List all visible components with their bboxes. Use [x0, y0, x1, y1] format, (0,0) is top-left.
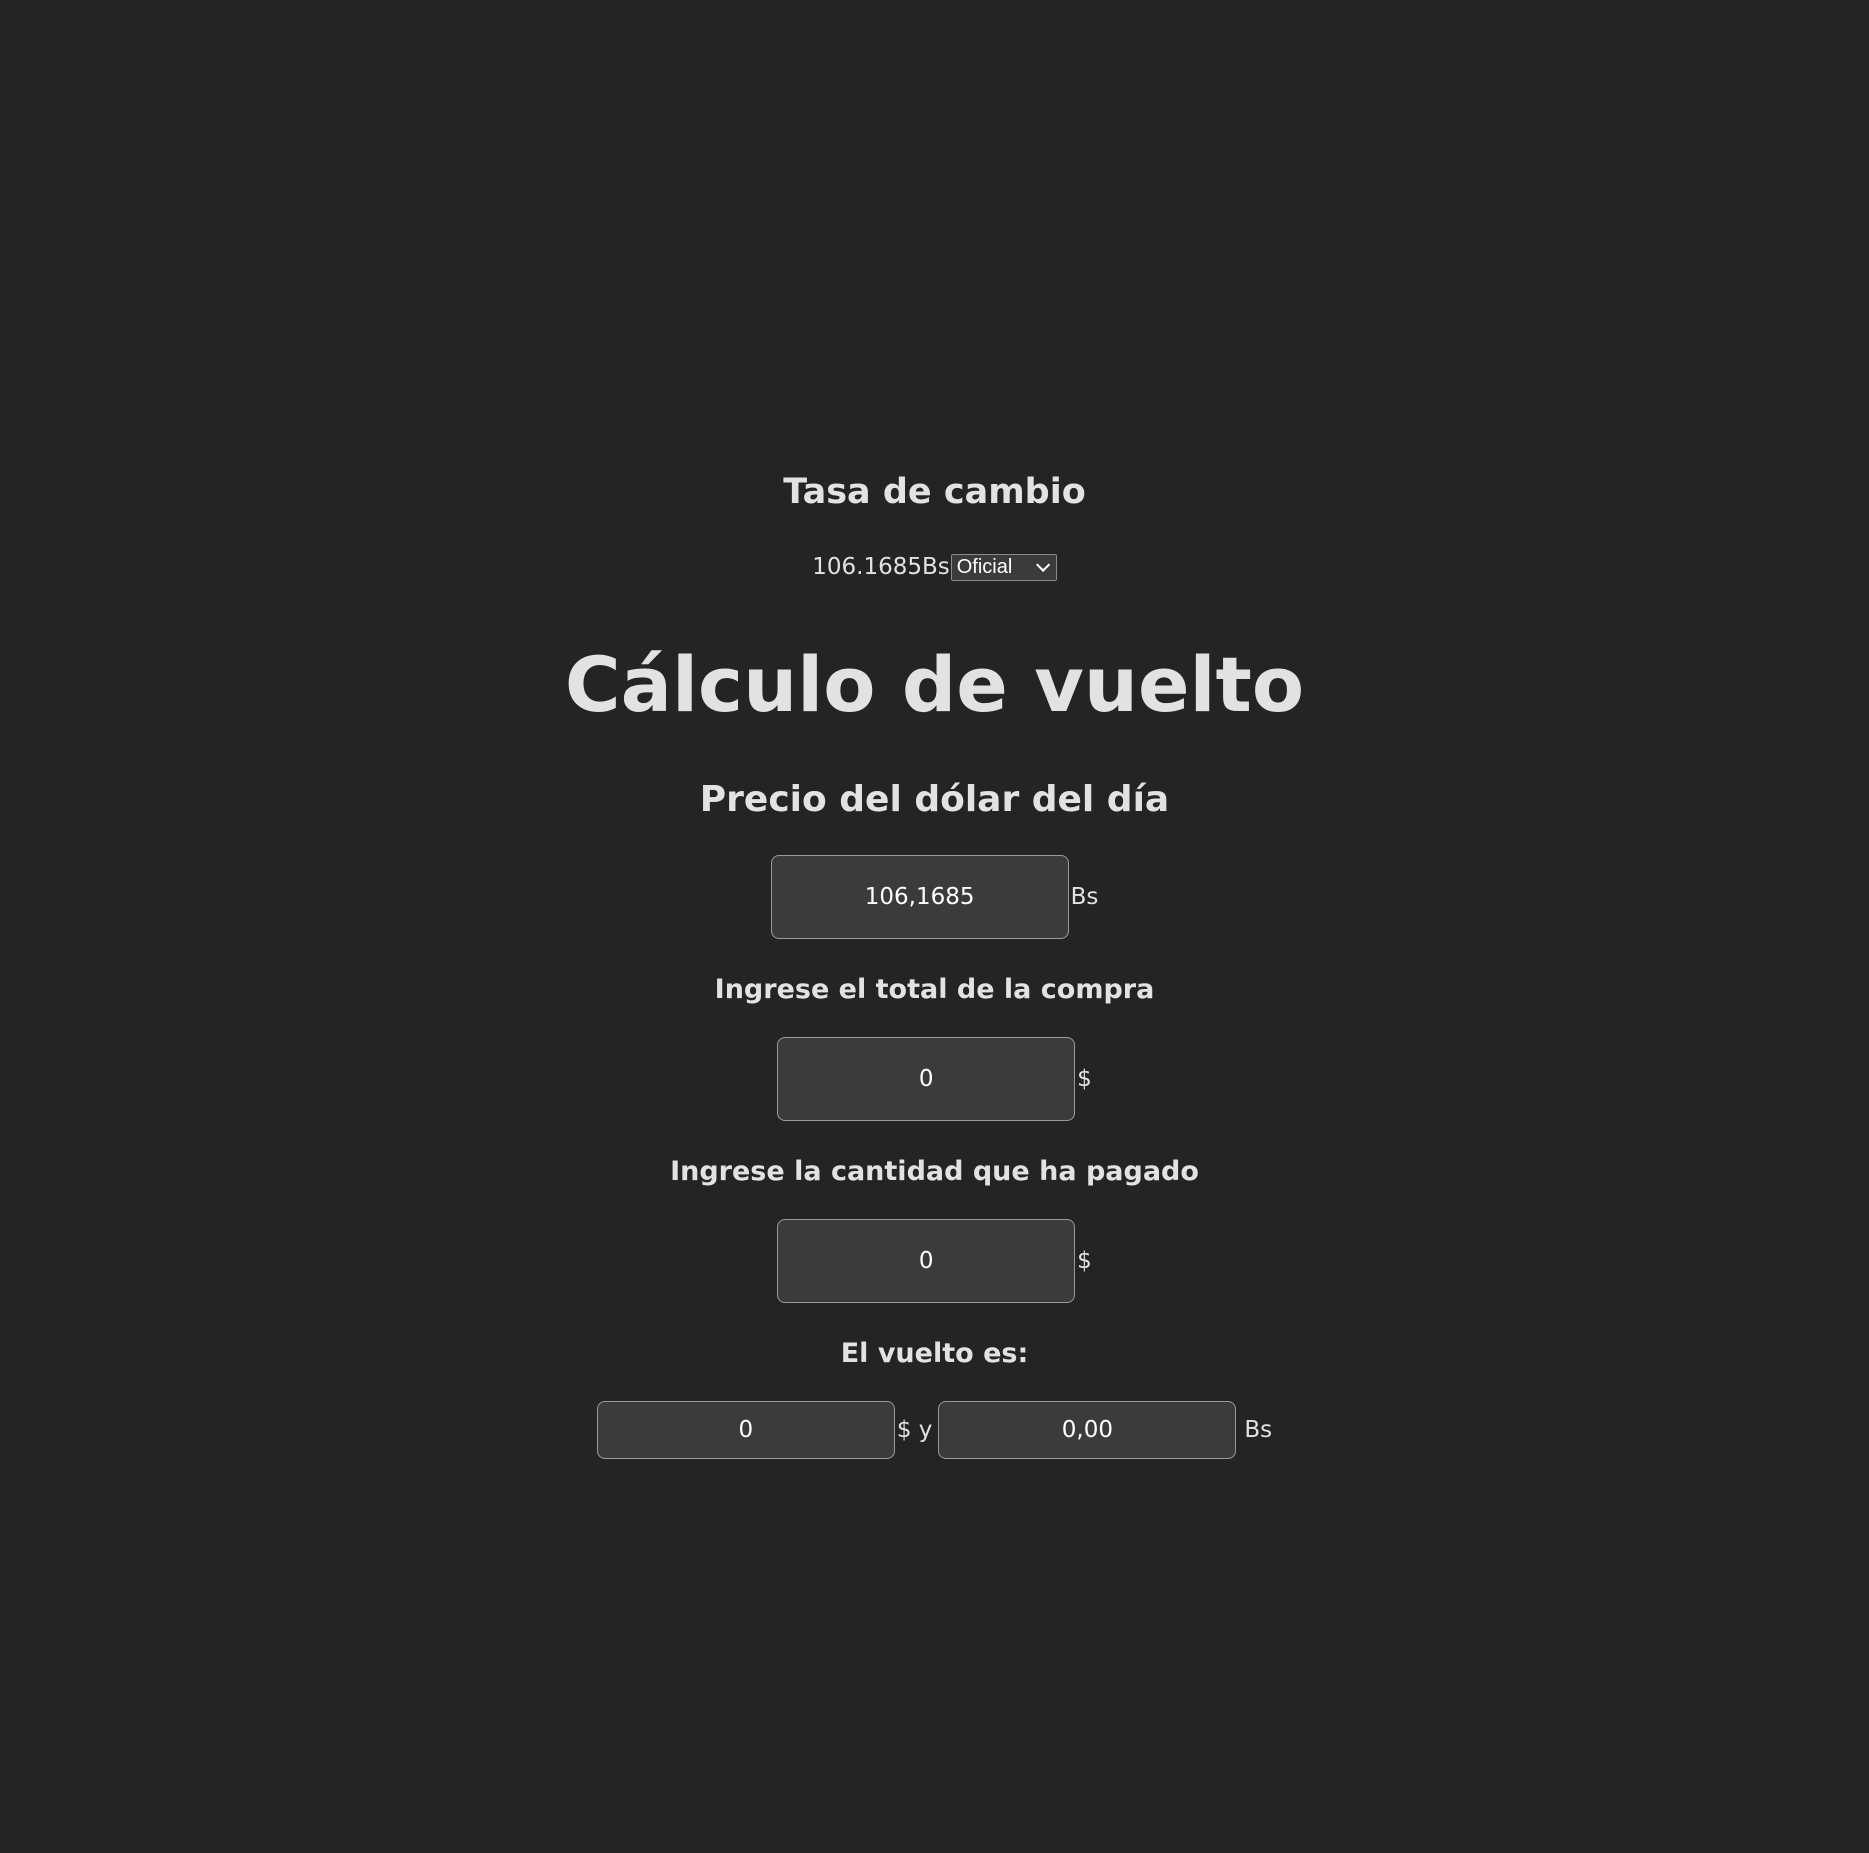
- page: Tasa de cambio 106.1685Bs Oficial Cálcul…: [0, 0, 1869, 1853]
- change-usd-unit: $ y: [896, 1417, 933, 1443]
- change-label: El vuelto es:: [840, 1338, 1029, 1369]
- chevron-down-icon: [1035, 557, 1050, 572]
- change-bs-unit: Bs: [1244, 1417, 1273, 1443]
- page-title: Cálculo de vuelto: [564, 640, 1305, 729]
- dollar-price-input[interactable]: 106,1685: [770, 855, 1069, 939]
- amount-paid-label: Ingrese la cantidad que ha pagado: [670, 1156, 1199, 1187]
- amount-paid-input[interactable]: 0: [777, 1219, 1076, 1303]
- rate-type-select[interactable]: Oficial: [950, 553, 1057, 581]
- amount-paid-row: 0 $: [0, 1219, 1869, 1303]
- change-usd-output[interactable]: 0: [596, 1401, 895, 1459]
- dollar-price-row: 106,1685 Bs: [0, 855, 1869, 939]
- purchase-total-input[interactable]: 0: [777, 1037, 1076, 1121]
- purchase-total-unit: $: [1077, 1066, 1092, 1092]
- change-bs-output[interactable]: 0,00: [938, 1401, 1237, 1459]
- purchase-total-label: Ingrese el total de la compra: [714, 974, 1155, 1005]
- exchange-rate-heading: Tasa de cambio: [783, 472, 1086, 512]
- change-row: 0 $ y 0,00 Bs: [0, 1401, 1869, 1459]
- rate-type-selected: Oficial: [956, 556, 1013, 578]
- amount-paid-unit: $: [1077, 1248, 1092, 1274]
- dollar-price-unit: Bs: [1070, 884, 1099, 910]
- exchange-rate-row: 106.1685Bs Oficial: [0, 552, 1869, 582]
- purchase-total-row: 0 $: [0, 1037, 1869, 1121]
- exchange-rate-value: 106.1685Bs: [812, 554, 950, 580]
- dollar-price-heading: Precio del dólar del día: [699, 779, 1170, 820]
